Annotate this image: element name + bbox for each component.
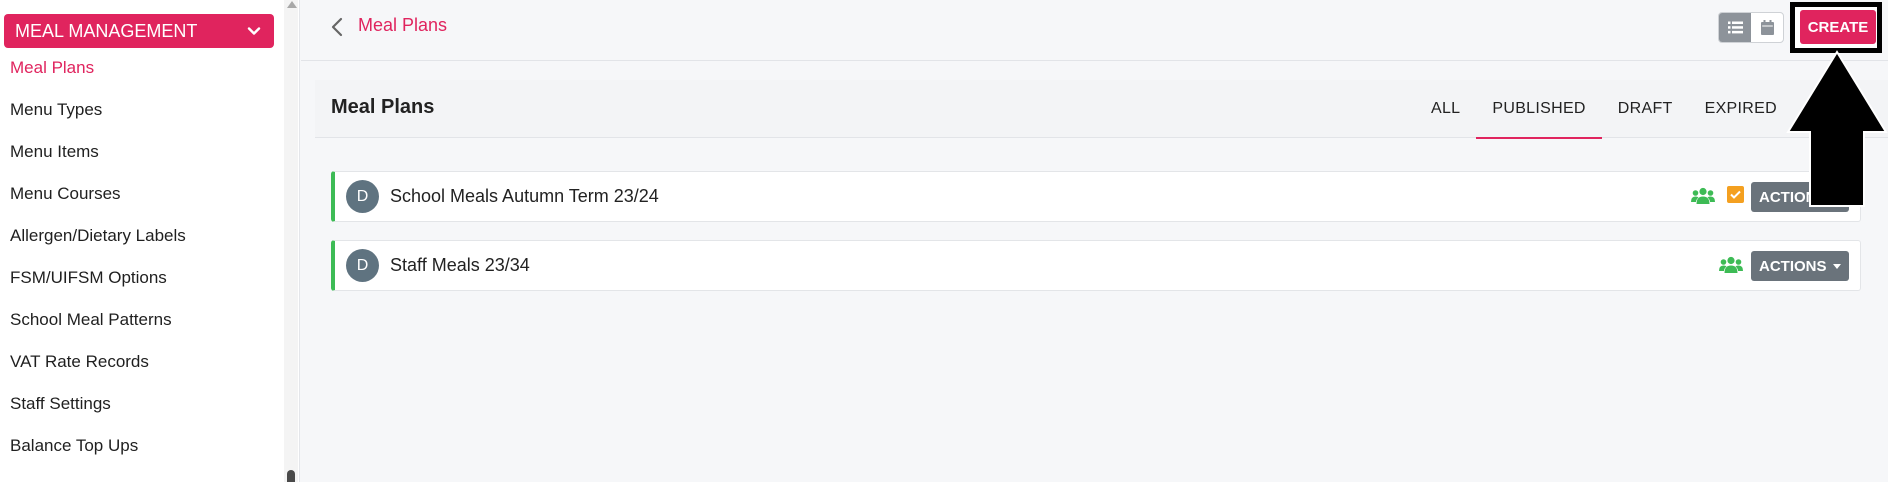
list-icon (1727, 21, 1743, 34)
calendar-view-button[interactable] (1751, 13, 1783, 42)
sidebar-item-menu-items[interactable]: Menu Items (10, 140, 186, 182)
sidebar-item-menu-types[interactable]: Menu Types (10, 98, 186, 140)
caret-down-icon (1832, 263, 1841, 269)
create-button[interactable]: CREATE (1800, 10, 1876, 44)
section-label: MEAL MANAGEMENT (15, 20, 198, 41)
tab-all[interactable]: ALL (1415, 80, 1476, 138)
tab-draft[interactable]: DRAFT (1602, 80, 1689, 138)
avatar: D (346, 249, 379, 282)
list-view-button[interactable] (1719, 13, 1751, 42)
list-item[interactable]: D School Meals Autumn Term 23/24 ACTIONS (331, 171, 1861, 222)
sidebar-item-staff-settings[interactable]: Staff Settings (10, 392, 186, 434)
actions-button[interactable]: ACTIONS (1751, 251, 1849, 281)
meal-plan-name[interactable]: Staff Meals 23/34 (390, 255, 530, 276)
pointer-arrow-icon (1786, 50, 1888, 207)
sidebar-item-fsm-uifsm-options[interactable]: FSM/UIFSM Options (10, 266, 186, 308)
meal-plan-name[interactable]: School Meals Autumn Term 23/24 (390, 186, 659, 207)
meal-management-section-toggle[interactable]: MEAL MANAGEMENT (4, 14, 274, 48)
list-item[interactable]: D Staff Meals 23/34 ACTIONS (331, 240, 1861, 291)
checkbox-icon[interactable] (1727, 186, 1744, 203)
chevron-down-icon (247, 27, 261, 35)
sidebar-item-allergen-dietary-labels[interactable]: Allergen/Dietary Labels (10, 224, 186, 266)
actions-label: ACTIONS (1759, 257, 1827, 275)
sidebar-item-school-meal-patterns[interactable]: School Meal Patterns (10, 308, 186, 350)
scroll-up-icon[interactable] (287, 1, 297, 8)
back-chevron-icon[interactable] (330, 16, 344, 38)
top-header (301, 0, 1888, 61)
tab-published[interactable]: PUBLISHED (1476, 80, 1603, 139)
sidebar-item-vat-rate-records[interactable]: VAT Rate Records (10, 350, 186, 392)
sidebar-item-balance-top-ups[interactable]: Balance Top Ups (10, 434, 186, 476)
status-tabs: ALL PUBLISHED DRAFT EXPIRED AR (1415, 80, 1848, 139)
group-icon (1691, 187, 1715, 204)
sidebar-scrollbar[interactable] (284, 0, 298, 482)
group-icon (1719, 256, 1743, 273)
page-title: Meal Plans (358, 15, 448, 35)
avatar: D (346, 180, 379, 213)
card-title: Meal Plans (331, 96, 435, 118)
sidebar-item-menu-courses[interactable]: Menu Courses (10, 182, 186, 224)
sidebar-item-meal-plans[interactable]: Meal Plans (10, 56, 186, 98)
tab-expired[interactable]: EXPIRED (1689, 80, 1793, 138)
sidebar-nav: Meal Plans Menu Types Menu Items Menu Co… (10, 56, 186, 476)
view-toggle (1718, 12, 1784, 43)
calendar-icon (1760, 20, 1774, 35)
scrollbar-thumb[interactable] (287, 470, 295, 482)
